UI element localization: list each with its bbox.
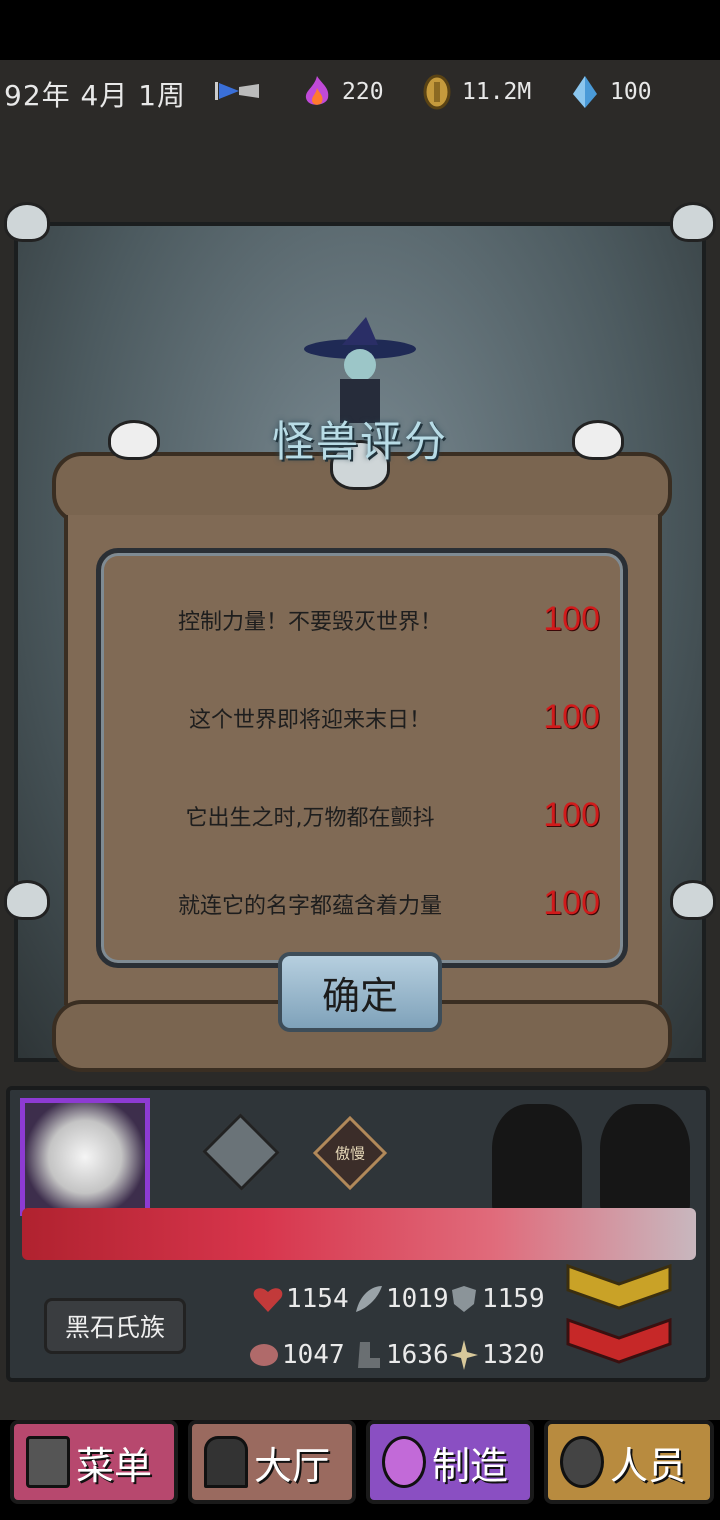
skull-ornament xyxy=(4,880,50,920)
stat-value: 1047 xyxy=(282,1340,345,1370)
score-label: 控制力量！不要毁灭世界！ xyxy=(177,609,442,635)
brain-icon xyxy=(250,1344,278,1366)
stat-value: 1320 xyxy=(482,1340,545,1370)
score-value: 100 xyxy=(543,698,600,736)
clan-button[interactable]: 黑石氏族 xyxy=(44,1298,186,1354)
nav-label: 制造 xyxy=(432,1443,509,1488)
game-date: 92年 4月 1周 xyxy=(4,79,187,112)
stat-attack: 1019 xyxy=(352,1284,449,1314)
score-value: 100 xyxy=(543,884,600,922)
flag-icon xyxy=(215,82,259,100)
boot-icon xyxy=(358,1342,380,1368)
skull-ornament xyxy=(670,202,716,242)
shield-icon xyxy=(452,1286,476,1312)
nav-hall-button[interactable]: 大厅 xyxy=(188,1420,356,1504)
score-row: 就连它的名字都蕴含着力量 100 xyxy=(140,884,600,923)
heart-icon xyxy=(253,1288,283,1312)
score-row: 这个世界即将迎来末日！ 100 xyxy=(140,698,600,737)
skull-ornament xyxy=(4,202,50,242)
skull-ornament xyxy=(670,880,716,920)
nav-menu-button[interactable]: 菜单 xyxy=(10,1420,178,1504)
nav-label: 人员 xyxy=(610,1443,687,1488)
stat-value: 1159 xyxy=(482,1284,545,1314)
nav-label: 菜单 xyxy=(76,1443,153,1488)
crystal-icon xyxy=(573,76,597,108)
crystal-resource: 100 xyxy=(570,74,652,110)
flame-resource: 220 xyxy=(302,74,384,110)
dialog-title: 怪兽评分 xyxy=(271,417,448,466)
rank-chevron-gold-icon xyxy=(566,1264,672,1310)
stat-speed: 1636 xyxy=(352,1340,449,1370)
sparkle-icon xyxy=(450,1340,478,1370)
rank-chevron-red-icon xyxy=(566,1318,672,1364)
stat-luck: 1320 xyxy=(448,1340,545,1370)
nav-craft-button[interactable]: 制造 xyxy=(366,1420,534,1504)
stat-defense: 1159 xyxy=(448,1284,545,1314)
status-bar xyxy=(0,0,720,60)
person-icon xyxy=(560,1436,604,1488)
score-value: 100 xyxy=(543,600,600,638)
coin-icon xyxy=(423,74,451,110)
feather-icon xyxy=(356,1286,382,1312)
score-row: 控制力量！不要毁灭世界！ 100 xyxy=(140,600,600,639)
top-resource-bar: 92年 4月 1周 220 11.2M 100 xyxy=(0,60,720,120)
stat-health: 1154 xyxy=(252,1284,349,1314)
stat-value: 1636 xyxy=(386,1340,449,1370)
flame-icon xyxy=(305,76,329,105)
flame-value: 220 xyxy=(342,79,384,105)
score-label: 这个世界即将迎来末日！ xyxy=(188,707,431,733)
locked-slot-silhouette[interactable] xyxy=(492,1104,582,1216)
crystal-value: 100 xyxy=(610,79,652,105)
confirm-button[interactable]: 确定 xyxy=(278,952,442,1032)
score-label: 就连它的名字都蕴含着力量 xyxy=(177,893,442,919)
paw-icon xyxy=(382,1436,426,1488)
trait-label: 傲慢 xyxy=(335,1144,365,1162)
monster-portrait[interactable] xyxy=(20,1098,150,1216)
nav-label: 大厅 xyxy=(254,1443,331,1488)
score-label: 它出生之时,万物都在颤抖 xyxy=(185,805,435,831)
nav-staff-button[interactable]: 人员 xyxy=(544,1420,714,1504)
coin-value: 11.2M xyxy=(462,79,532,105)
stat-value: 1019 xyxy=(386,1284,449,1314)
score-value: 100 xyxy=(543,796,600,834)
coin-resource: 11.2M xyxy=(422,74,531,110)
book-icon xyxy=(26,1436,70,1488)
health-bar xyxy=(22,1208,696,1260)
stat-value: 1154 xyxy=(286,1284,349,1314)
door-icon xyxy=(204,1436,248,1488)
locked-slot-silhouette[interactable] xyxy=(600,1104,690,1216)
stat-intelligence: 1047 xyxy=(248,1340,345,1370)
score-row: 它出生之时,万物都在颤抖 100 xyxy=(140,796,601,835)
